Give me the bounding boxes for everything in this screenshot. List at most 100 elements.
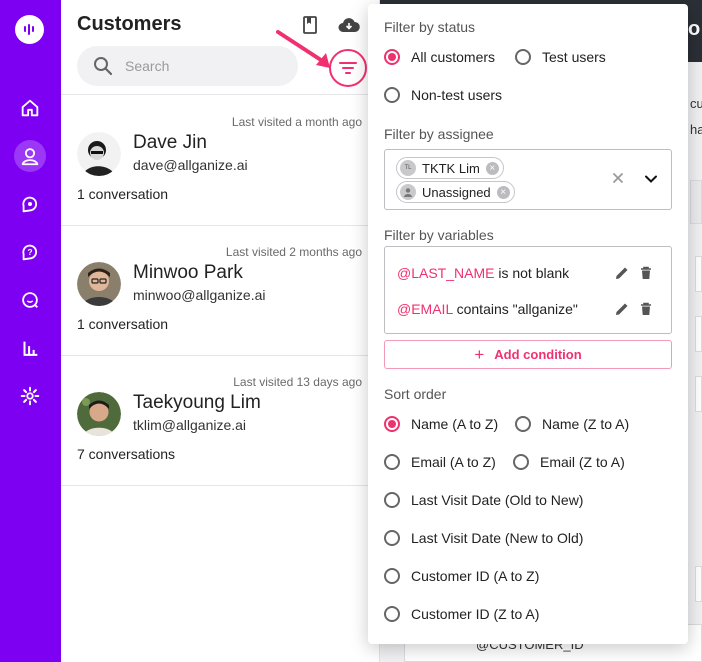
avatar — [400, 184, 416, 200]
conversation-count: 1 conversation — [77, 316, 169, 332]
radio-button[interactable] — [384, 492, 400, 508]
sort-option-name-asc[interactable]: Name (A to Z) — [384, 414, 498, 434]
status-option-test[interactable]: Test users — [515, 47, 606, 67]
bg-box — [695, 376, 702, 412]
radio-label: Customer ID (A to Z) — [411, 568, 540, 584]
avatar — [77, 262, 121, 306]
last-visited: Last visited 2 months ago — [225, 245, 362, 259]
last-visited: Last visited a month ago — [231, 115, 362, 129]
radio-label: All customers — [411, 49, 496, 65]
assignee-chip: Unassigned × — [396, 181, 515, 203]
sort-option-id-asc[interactable]: Customer ID (A to Z) — [384, 566, 539, 586]
customer-email: dave@allganize.ai — [133, 157, 248, 173]
cloud-download-icon[interactable] — [338, 14, 360, 36]
condition-row[interactable]: @LAST_NAME is not blank — [397, 265, 569, 281]
conversation-count: 1 conversation — [77, 186, 169, 202]
clear-icon[interactable] — [611, 171, 625, 185]
radio-label: Name (Z to A) — [542, 416, 630, 432]
assignee-chip: TL TKTK Lim × — [396, 157, 504, 179]
bg-box — [695, 566, 702, 602]
bg-box — [690, 180, 702, 224]
customer-name: Dave Jin — [133, 132, 207, 153]
radio-button[interactable] — [384, 530, 400, 546]
chip-label: TKTK Lim — [422, 160, 480, 176]
customer-email: tklim@allganize.ai — [133, 417, 247, 433]
condition-text: is not blank — [494, 265, 570, 281]
condition-row[interactable]: @EMAIL contains "allganize" — [397, 301, 578, 317]
edit-icon[interactable] — [614, 301, 630, 317]
conversations-icon[interactable] — [14, 188, 46, 220]
condition-variable: @LAST_NAME — [397, 265, 495, 281]
radio-button[interactable] — [513, 454, 529, 470]
filter-button[interactable] — [329, 49, 367, 87]
customer-name: Taekyoung Lim — [133, 392, 261, 413]
radio-button[interactable] — [384, 416, 400, 432]
radio-label: Last Visit Date (New to Old) — [411, 530, 584, 546]
sort-option-email-asc[interactable]: Email (A to Z) — [384, 452, 496, 472]
customer-card[interactable]: Last visited 13 days ago Taekyoung Lim t… — [61, 355, 380, 485]
status-option-all[interactable]: All customers — [384, 47, 495, 67]
plus-icon: + — [474, 345, 485, 364]
sort-option-id-desc[interactable]: Customer ID (Z to A) — [384, 604, 539, 624]
customers-panel: Customers Last visited a month ago Dave … — [61, 0, 380, 662]
radio-label: Email (A to Z) — [411, 454, 496, 470]
assignee-section-title: Filter by assignee — [384, 126, 494, 142]
radio-button[interactable] — [515, 49, 531, 65]
search-input[interactable] — [125, 56, 285, 76]
settings-icon[interactable] — [14, 380, 46, 412]
customer-card[interactable]: Last visited a month ago Dave Jin dave@a… — [61, 95, 380, 225]
home-icon[interactable] — [14, 92, 46, 124]
variables-section-title: Filter by variables — [384, 227, 494, 243]
radio-button[interactable] — [384, 568, 400, 584]
chevron-down-icon[interactable] — [644, 172, 658, 186]
add-condition-button[interactable]: + Add condition — [384, 340, 672, 369]
filter-dropdown: Filter by status All customers Test user… — [368, 4, 688, 644]
radio-label: Email (Z to A) — [540, 454, 625, 470]
filter-icon — [339, 62, 357, 74]
svg-text:?: ? — [27, 248, 32, 257]
button-label: Add condition — [494, 347, 582, 362]
variables-box: @LAST_NAME is not blank @EMAIL contains … — [384, 246, 672, 334]
radio-button[interactable] — [384, 49, 400, 65]
logo-icon[interactable] — [15, 15, 44, 44]
avatar: TL — [400, 160, 416, 176]
sort-option-visit-desc[interactable]: Last Visit Date (New to Old) — [384, 528, 583, 548]
delete-icon[interactable] — [638, 265, 654, 281]
chip-remove-icon[interactable]: × — [485, 161, 499, 175]
sort-option-name-desc[interactable]: Name (Z to A) — [515, 414, 629, 434]
sort-option-visit-asc[interactable]: Last Visit Date (Old to New) — [384, 490, 583, 510]
radio-label: Customer ID (Z to A) — [411, 606, 540, 622]
radio-button[interactable] — [515, 416, 531, 432]
edit-icon[interactable] — [614, 265, 630, 281]
topbar-text: o — [688, 18, 701, 40]
chat-icon[interactable] — [14, 284, 46, 316]
bg-box — [695, 316, 702, 352]
divider — [61, 485, 380, 486]
bg-box — [695, 256, 702, 292]
customer-name: Minwoo Park — [133, 262, 243, 283]
delete-icon[interactable] — [638, 301, 654, 317]
faq-icon[interactable]: ? — [14, 236, 46, 268]
stats-icon[interactable] — [14, 332, 46, 364]
customers-icon[interactable] — [14, 140, 46, 172]
assignee-select[interactable]: TL TKTK Lim × Unassigned × — [384, 149, 672, 210]
avatar — [77, 132, 121, 176]
chip-label: Unassigned — [422, 184, 491, 200]
search-icon — [94, 57, 113, 76]
chip-remove-icon[interactable]: × — [496, 185, 510, 199]
status-option-non-test[interactable]: Non-test users — [384, 85, 502, 105]
radio-button[interactable] — [384, 87, 400, 103]
last-visited: Last visited 13 days ago — [233, 375, 362, 389]
radio-button[interactable] — [384, 606, 400, 622]
condition-variable: @EMAIL — [397, 301, 453, 317]
radio-label: Test users — [542, 49, 606, 65]
sort-option-email-desc[interactable]: Email (Z to A) — [513, 452, 625, 472]
bg-text-fragment: cu — [690, 96, 702, 111]
radio-button[interactable] — [384, 454, 400, 470]
radio-label: Non-test users — [411, 87, 503, 103]
status-section-title: Filter by status — [384, 19, 476, 35]
page-title: Customers — [77, 13, 182, 35]
customer-card[interactable]: Last visited 2 months ago Minwoo Park mi… — [61, 225, 380, 355]
nav-rail: ? — [0, 0, 61, 662]
avatar — [77, 392, 121, 436]
